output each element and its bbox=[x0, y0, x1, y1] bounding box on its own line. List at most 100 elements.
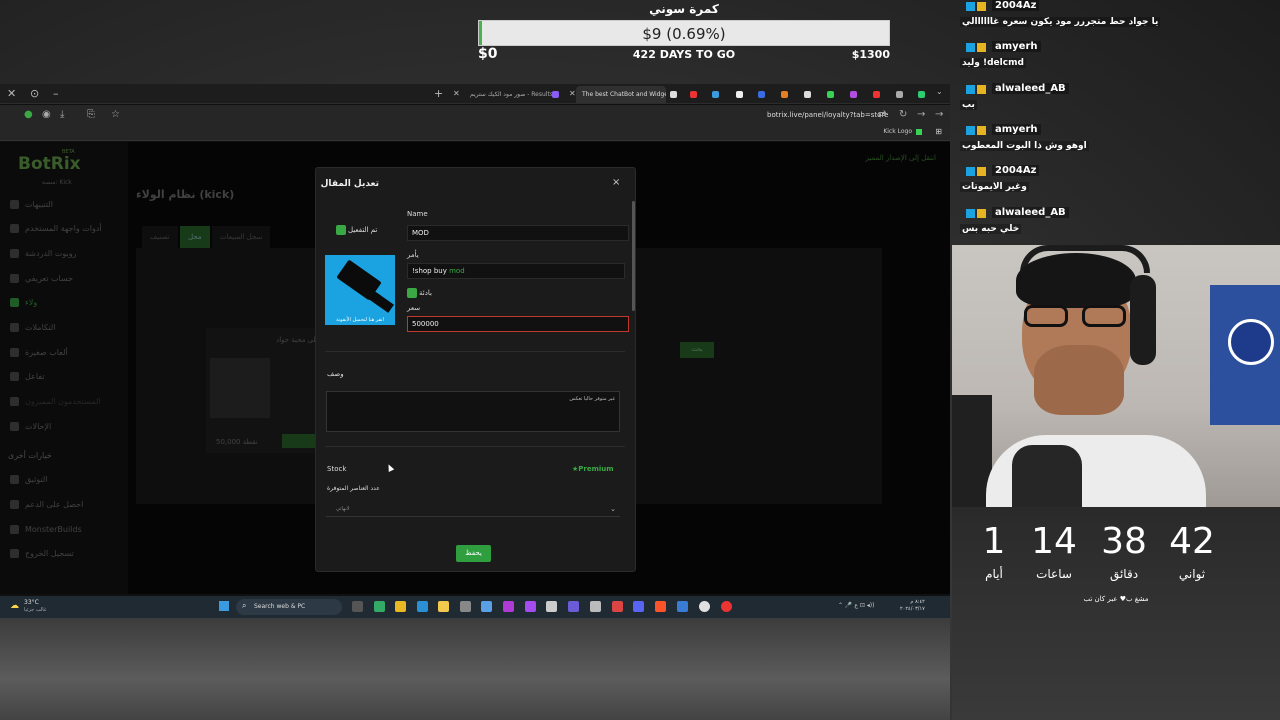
glasses-lens bbox=[1082, 305, 1126, 327]
name-label: Name bbox=[407, 210, 428, 218]
modal-title: تعديل المقال bbox=[320, 179, 379, 189]
taskbar-app-icon[interactable] bbox=[546, 601, 557, 612]
download-icon[interactable]: ⤓ bbox=[60, 109, 64, 120]
close-tab-icon[interactable]: ✕ bbox=[453, 89, 460, 98]
search-icon: ⌕ bbox=[242, 601, 247, 610]
goal-title: كمرة سوني bbox=[649, 2, 719, 16]
tab-search-results[interactable]: صور مود الكيك ستريم - Results bbox=[464, 86, 554, 103]
screenshot-icon[interactable]: ⎘ bbox=[87, 109, 95, 120]
donation-goal: كمرة سوني $9 (0.69%) $0 422 DAYS TO GO $… bbox=[478, 2, 890, 62]
glasses-lens bbox=[1024, 305, 1068, 327]
taskbar-app-icon[interactable] bbox=[460, 601, 471, 612]
taskbar-app-icon[interactable] bbox=[590, 601, 601, 612]
system-tray-icons[interactable]: ⌃ 🎤 ع ⊡ ◂)) bbox=[838, 602, 874, 609]
name-input[interactable]: MOD bbox=[407, 225, 629, 241]
taskbar-clock[interactable]: ٨:٤٢ م ٢٠٢٤/٠٣/١٧ bbox=[900, 599, 925, 613]
divider bbox=[325, 351, 625, 352]
premium-badge[interactable]: ★Premium bbox=[572, 465, 614, 473]
chat-message: alwaleed_AB بب bbox=[958, 83, 1280, 123]
close-window-icon[interactable]: ✕ bbox=[7, 87, 16, 100]
extension-icon[interactable]: ● bbox=[24, 109, 33, 120]
person-hand bbox=[1034, 345, 1124, 415]
new-tab-icon[interactable]: + bbox=[434, 87, 443, 100]
tab-favicon[interactable] bbox=[690, 91, 697, 98]
chat-username: 2004Az bbox=[992, 165, 1040, 176]
taskbar-app-icon[interactable] bbox=[481, 601, 492, 612]
edge-icon[interactable] bbox=[417, 601, 428, 612]
sub-badge-icon bbox=[977, 2, 986, 11]
tab-favicon[interactable] bbox=[804, 91, 811, 98]
close-icon[interactable]: × bbox=[612, 177, 620, 188]
apps-grid-icon[interactable]: ⊞ bbox=[935, 127, 942, 136]
desktop-background bbox=[0, 618, 950, 720]
taskbar-search[interactable]: Search web & PC bbox=[236, 599, 342, 615]
stream-chat: 2004Az يا جواد حط متجررر مود يكون سعره غ… bbox=[958, 0, 1280, 245]
forward-icon[interactable]: → bbox=[917, 109, 925, 120]
description-textarea[interactable]: غير متوفر حاليا تعكس bbox=[326, 391, 620, 432]
taskbar-app-icon[interactable] bbox=[525, 601, 536, 612]
modal-scrollbar[interactable] bbox=[632, 201, 635, 311]
sub-badge-icon bbox=[977, 167, 986, 176]
extension-icon[interactable]: ◉ bbox=[42, 109, 51, 120]
close-tab-icon[interactable]: ✕ bbox=[569, 89, 576, 98]
tab-botrix[interactable]: The best ChatBot and Widgets bbox=[576, 86, 666, 103]
price-input[interactable]: 500000 bbox=[407, 316, 629, 332]
taskbar-app-icon[interactable] bbox=[503, 601, 514, 612]
discord-icon[interactable] bbox=[633, 601, 644, 612]
bookmark-kick-logo[interactable]: Kick Logo bbox=[883, 128, 912, 135]
taskbar-app-icon[interactable] bbox=[721, 601, 732, 612]
goal-target-amount: $1300 bbox=[851, 48, 890, 61]
taskbar-app-icon[interactable] bbox=[612, 601, 623, 612]
taskbar-app-icon[interactable] bbox=[438, 601, 449, 612]
kick-badge-icon bbox=[966, 43, 975, 52]
divider bbox=[325, 446, 625, 447]
back-icon[interactable]: → bbox=[935, 109, 943, 120]
taskbar-app-icon[interactable] bbox=[677, 601, 688, 612]
file-explorer-icon[interactable] bbox=[395, 601, 406, 612]
tab-favicon[interactable] bbox=[896, 91, 903, 98]
tab-favicon[interactable] bbox=[827, 91, 834, 98]
tab-favicon[interactable] bbox=[670, 91, 677, 98]
bookmark-star-icon[interactable]: ☆ bbox=[111, 109, 120, 120]
url-field[interactable]: botrix.live/panel/loyalty?tab=store bbox=[767, 111, 888, 119]
description-label: وصف bbox=[327, 370, 344, 378]
stock-label: Stock bbox=[327, 465, 347, 473]
tab-favicon[interactable] bbox=[850, 91, 857, 98]
chat-badges bbox=[966, 85, 986, 94]
kick-icon bbox=[916, 129, 922, 135]
command-label: يأمر bbox=[407, 251, 419, 259]
tab-favicon[interactable] bbox=[781, 91, 788, 98]
goal-progress-bar: $9 (0.69%) bbox=[478, 20, 890, 46]
command-input[interactable]: !shop buy mod bbox=[407, 263, 625, 279]
active-checkbox[interactable] bbox=[336, 225, 346, 235]
sub-badge-icon bbox=[977, 85, 986, 94]
tab-favicon[interactable] bbox=[712, 91, 719, 98]
edit-item-modal: تعديل المقال × تم التفعيل Name MOD يأمر … bbox=[315, 167, 636, 572]
prefix-checkbox[interactable] bbox=[407, 288, 417, 298]
tab-favicon[interactable] bbox=[918, 91, 925, 98]
stock-select[interactable]: لانهائي ⌄ bbox=[326, 501, 620, 517]
tab-list-chevron-icon[interactable]: ⌄ bbox=[936, 87, 943, 96]
restore-icon[interactable]: ⊙ bbox=[30, 87, 39, 100]
site-settings-icon[interactable]: ⇄ bbox=[878, 109, 886, 120]
task-view-icon[interactable] bbox=[352, 601, 363, 612]
chrome-icon[interactable] bbox=[699, 601, 710, 612]
minimize-icon[interactable]: – bbox=[53, 87, 59, 100]
chat-text: بب bbox=[960, 100, 977, 110]
kick-badge-icon bbox=[966, 2, 975, 11]
brave-icon[interactable] bbox=[655, 601, 666, 612]
windows-start-icon[interactable] bbox=[219, 601, 229, 611]
save-button[interactable]: يحفظ bbox=[456, 545, 491, 562]
reload-icon[interactable]: ↻ bbox=[899, 109, 907, 120]
countdown-seconds-label: ثواني bbox=[1178, 567, 1206, 581]
tab-favicon[interactable] bbox=[873, 91, 880, 98]
chat-text: اوهو وش ذا البوت المعطوب bbox=[960, 141, 1089, 151]
weather-temp[interactable]: 33°C bbox=[24, 599, 39, 606]
person-hair bbox=[1016, 253, 1136, 308]
tab-favicon[interactable] bbox=[736, 91, 743, 98]
tab-favicon[interactable] bbox=[758, 91, 765, 98]
chat-badges bbox=[966, 126, 986, 135]
item-icon-upload[interactable]: انقر هنا لتحميل الأيقونة bbox=[325, 255, 395, 325]
taskbar-app-icon[interactable] bbox=[374, 601, 385, 612]
taskbar-app-icon[interactable] bbox=[568, 601, 579, 612]
